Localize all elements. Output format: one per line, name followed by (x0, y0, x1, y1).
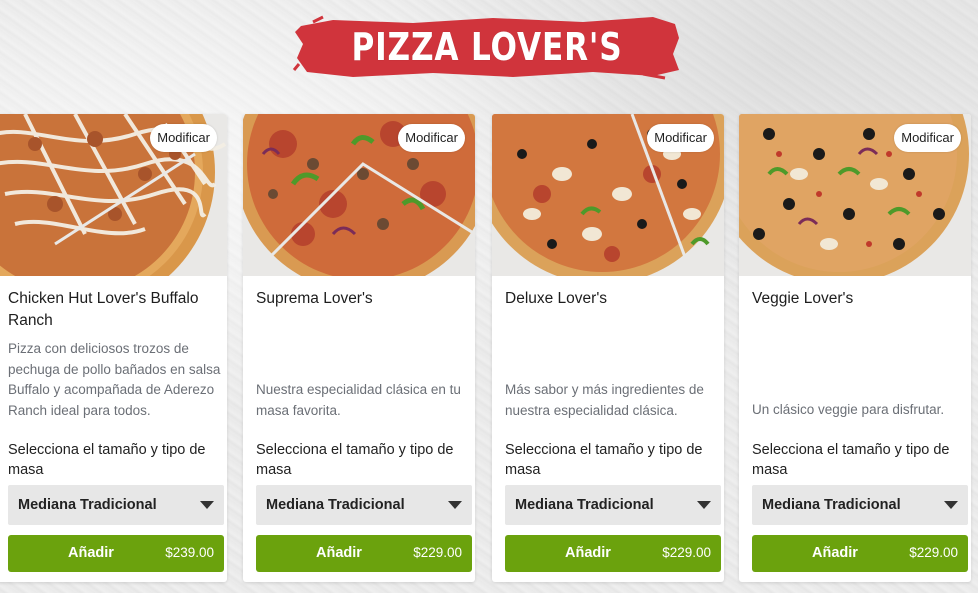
size-dropdown[interactable]: Mediana Tradicional (256, 485, 472, 525)
add-to-cart-button[interactable]: Añadir $239.00 (8, 535, 224, 572)
product-price: $239.00 (165, 545, 214, 560)
chevron-down-icon (697, 501, 711, 509)
product-image: Modificar (0, 114, 227, 276)
product-title: Suprema Lover's (256, 290, 373, 307)
product-description: Más sabor y más ingredientes de nuestra … (505, 382, 704, 418)
size-prompt: Selecciona el tamaño y tipo de masa (752, 442, 950, 478)
add-to-cart-button[interactable]: Añadir $229.00 (256, 535, 472, 572)
size-dropdown-value: Mediana Tradicional (515, 497, 654, 513)
product-description: Un clásico veggie para disfrutar. (752, 402, 945, 417)
section-banner: PIZZA LOVER'S (293, 14, 681, 80)
product-card: Modificar Chicken Hut Lover's Buffalo Ra… (0, 114, 227, 582)
product-description: Pizza con deliciosos trozos de pechuga d… (8, 341, 221, 418)
product-price: $229.00 (413, 545, 462, 560)
product-image: Modificar (243, 114, 475, 276)
modify-button[interactable]: Modificar (150, 124, 217, 152)
product-price: $229.00 (662, 545, 711, 560)
product-title: Deluxe Lover's (505, 290, 608, 307)
add-to-cart-button[interactable]: Añadir $229.00 (505, 535, 721, 572)
size-dropdown[interactable]: Mediana Tradicional (505, 485, 721, 525)
size-prompt: Selecciona el tamaño y tipo de masa (505, 442, 703, 478)
chevron-down-icon (448, 501, 462, 509)
product-image: Modificar (739, 114, 971, 276)
add-button-label: Añadir (565, 545, 611, 561)
product-price: $229.00 (909, 545, 958, 560)
modify-button[interactable]: Modificar (398, 124, 465, 152)
product-description: Nuestra especialidad clásica en tu masa … (256, 382, 461, 418)
page-title: PIZZA LOVER'S (351, 25, 623, 69)
product-card: Modificar Suprema Lover's Nuestra especi… (243, 114, 475, 582)
product-title: Chicken Hut Lover's Buffalo Ranch (8, 290, 199, 329)
add-button-label: Añadir (316, 545, 362, 561)
size-dropdown[interactable]: Mediana Tradicional (8, 485, 224, 525)
add-to-cart-button[interactable]: Añadir $229.00 (752, 535, 968, 572)
size-prompt: Selecciona el tamaño y tipo de masa (8, 442, 206, 478)
modify-button[interactable]: Modificar (647, 124, 714, 152)
chevron-down-icon (944, 501, 958, 509)
size-dropdown[interactable]: Mediana Tradicional (752, 485, 968, 525)
modify-button[interactable]: Modificar (894, 124, 961, 152)
product-card: Modificar Deluxe Lover's Más sabor y más… (492, 114, 724, 582)
size-dropdown-value: Mediana Tradicional (18, 497, 157, 513)
size-dropdown-value: Mediana Tradicional (762, 497, 901, 513)
size-dropdown-value: Mediana Tradicional (266, 497, 405, 513)
product-image: Modificar (492, 114, 724, 276)
product-title: Veggie Lover's (752, 290, 854, 307)
add-button-label: Añadir (68, 545, 114, 561)
size-prompt: Selecciona el tamaño y tipo de masa (256, 442, 454, 478)
product-card: Modificar Veggie Lover's Un clásico vegg… (739, 114, 971, 582)
add-button-label: Añadir (812, 545, 858, 561)
chevron-down-icon (200, 501, 214, 509)
